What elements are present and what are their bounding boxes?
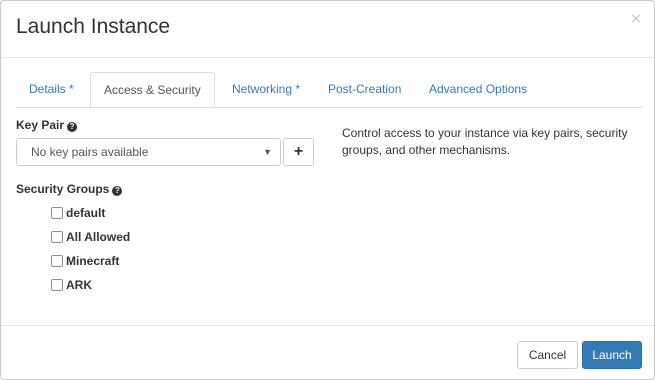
- plus-icon: +: [293, 143, 304, 160]
- tab-post-creation[interactable]: Post-Creation: [328, 72, 401, 106]
- security-groups-label-text: Security Groups: [16, 182, 110, 196]
- security-group-label[interactable]: ARK: [66, 278, 92, 292]
- security-group-checkbox[interactable]: [51, 279, 63, 291]
- key-pair-select-value: No key pairs available: [31, 145, 149, 159]
- tab-advanced-options[interactable]: Advanced Options: [429, 72, 527, 106]
- tab-bar: Details * Access & Security Networking *…: [16, 72, 643, 108]
- launch-instance-modal: Launch Instance × Details * Access & Sec…: [0, 0, 655, 380]
- close-icon[interactable]: ×: [630, 11, 642, 27]
- security-group-label[interactable]: Minecraft: [66, 254, 119, 268]
- cancel-button[interactable]: Cancel: [517, 341, 578, 369]
- tab-access-security[interactable]: Access & Security: [90, 72, 215, 107]
- security-group-label[interactable]: All Allowed: [66, 230, 130, 244]
- access-help-text: Control access to your instance via key …: [342, 126, 628, 157]
- question-circle-icon[interactable]: ?: [67, 122, 78, 132]
- question-circle-icon[interactable]: ?: [112, 186, 123, 196]
- modal-header: Launch Instance ×: [1, 1, 654, 58]
- security-group-checkbox[interactable]: [51, 231, 63, 243]
- modal-title: Launch Instance: [16, 15, 171, 38]
- tab-details[interactable]: Details *: [29, 72, 74, 106]
- key-pair-label-text: Key Pair: [16, 118, 65, 132]
- key-pair-select[interactable]: No key pairs available ▼: [16, 138, 281, 166]
- launch-button[interactable]: Launch: [582, 341, 642, 369]
- caret-down-icon: ▼: [263, 147, 272, 157]
- modal-footer: Cancel Launch: [1, 325, 654, 380]
- add-key-pair-button[interactable]: +: [283, 138, 314, 166]
- security-group-checkbox[interactable]: [51, 207, 63, 219]
- security-groups-label: Security Groups?: [16, 182, 123, 196]
- security-group-checkbox[interactable]: [51, 255, 63, 267]
- key-pair-label: Key Pair?: [16, 118, 78, 132]
- tab-networking[interactable]: Networking *: [232, 72, 300, 106]
- security-group-label[interactable]: default: [66, 206, 105, 220]
